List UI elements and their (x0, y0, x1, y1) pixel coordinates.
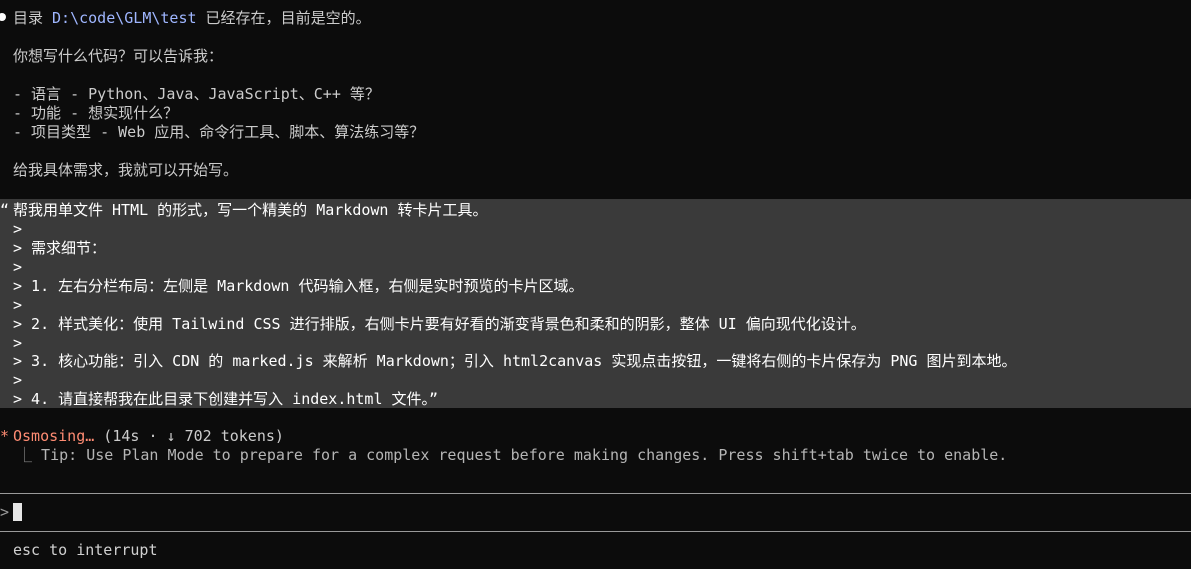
user-prompt-block (0, 199, 1191, 408)
input-bottom-divider (0, 531, 1191, 532)
prompt-line: > (13, 334, 23, 352)
status-word: Osmosing… (13, 427, 95, 445)
prompt-line: > 需求细节： (13, 239, 107, 257)
prompt-line: > (13, 296, 23, 314)
directory-prefix: 目录 (13, 9, 53, 27)
status-line: Osmosing… (14s · ↓ 702 tokens) (13, 427, 284, 446)
directory-path: D:\code\GLM\test (52, 9, 197, 27)
prompt-line: > 2. 样式美化：使用 Tailwind CSS 进行排版，右侧卡片要有好看的… (13, 315, 866, 333)
input-prompt-icon: > (0, 503, 10, 521)
prompt-line: 帮我用单文件 HTML 的形式，写一个精美的 Markdown 转卡片工具。 (13, 201, 488, 219)
response-question: 你想写什么代码？可以告诉我： (13, 47, 224, 65)
response-bullet-project-type: - 项目类型 - Web 应用、命令行工具、脚本、算法练习等？ (13, 123, 425, 141)
response-bullet-language: - 语言 - Python、Java、JavaScript、C++ 等？ (13, 85, 380, 103)
prompt-line: > (13, 220, 23, 238)
directory-suffix: 已经存在，目前是空的。 (196, 9, 371, 27)
status-detail: (14s · ↓ 702 tokens) (94, 427, 284, 445)
prompt-line: > (13, 371, 23, 389)
input-cursor[interactable] (13, 503, 22, 521)
input-top-divider (0, 493, 1191, 494)
spinner-icon: * (0, 427, 10, 445)
response-bullet-icon (0, 13, 6, 21)
prompt-line: > (13, 258, 23, 276)
prompt-line: > 4. 请直接帮我在此目录下创建并写入 index.html 文件。” (13, 390, 439, 408)
tip-text: Tip: Use Plan Mode to prepare for a comp… (41, 446, 1008, 464)
response-closing: 给我具体需求，我就可以开始写。 (13, 161, 239, 179)
response-bullet-function: - 功能 - 想实现什么？ (13, 104, 179, 122)
interrupt-hint: esc to interrupt (13, 541, 158, 559)
prompt-line: > 3. 核心功能：引入 CDN 的 marked.js 来解析 Markdow… (13, 352, 1017, 370)
tip-branch-icon: ⎿ (17, 446, 33, 464)
tip-line: ⎿ Tip: Use Plan Mode to prepare for a co… (17, 446, 1007, 465)
prompt-line: > 1. 左右分栏布局：左侧是 Markdown 代码输入框，右侧是实时预览的卡… (13, 277, 584, 295)
response-line-directory: 目录 D:\code\GLM\test 已经存在，目前是空的。 (13, 9, 371, 28)
prompt-open-quote: “ (0, 201, 10, 219)
